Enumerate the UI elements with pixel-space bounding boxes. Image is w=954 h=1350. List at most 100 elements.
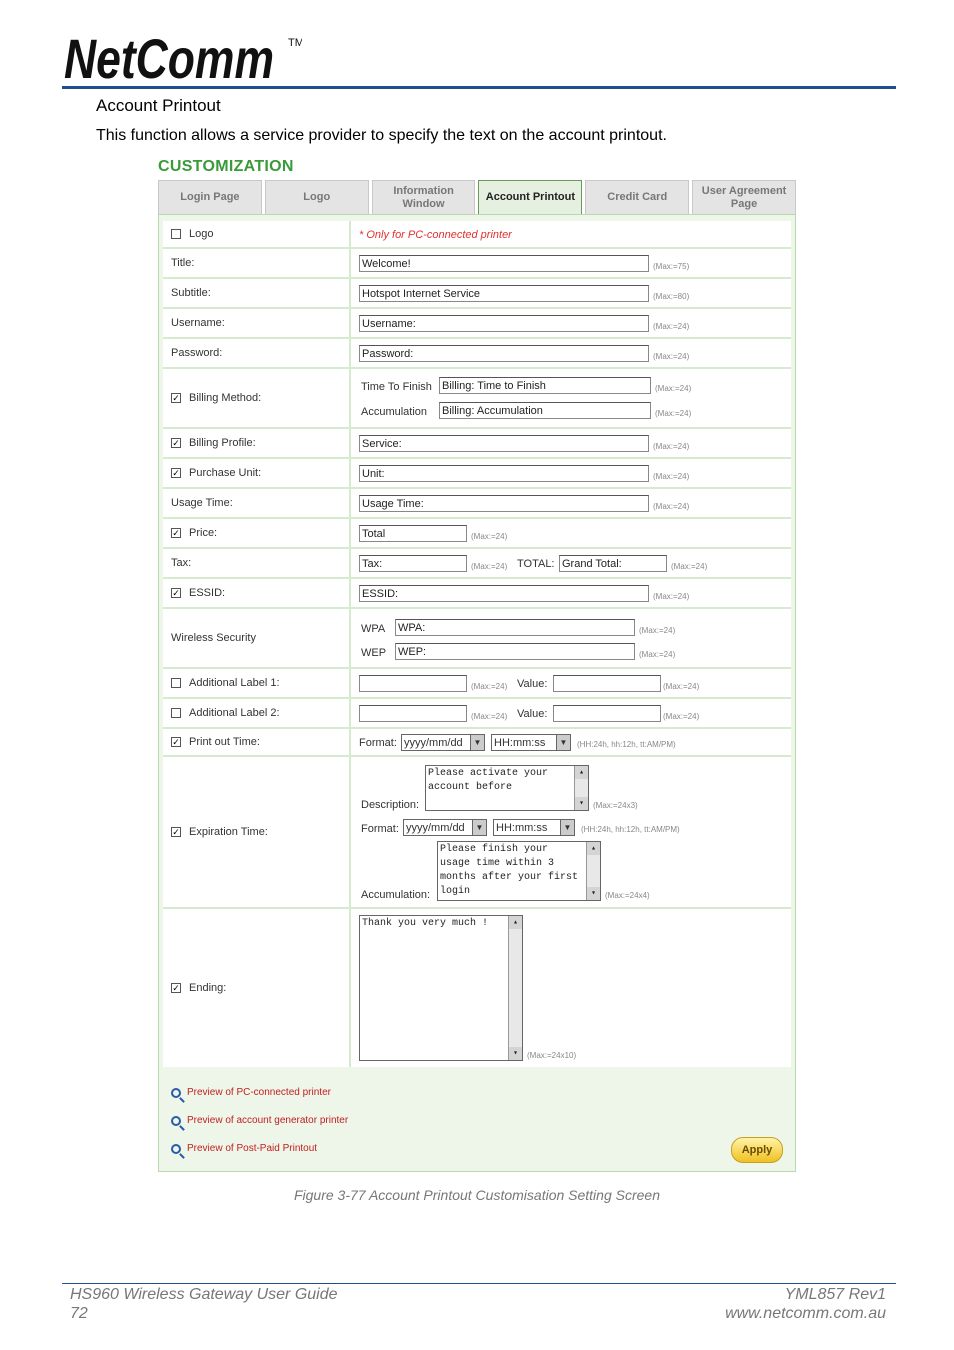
row-tax: Tax: Tax: (Max:=24) TOTAL: Grand Total: … [163, 549, 791, 579]
expiration-time-format-select[interactable]: HH:mm:ss ▼ [493, 819, 575, 836]
description-text: Please activate your account before [428, 768, 549, 793]
description-scrollbar[interactable] [574, 766, 588, 810]
wpa-label: WPA [361, 623, 386, 635]
section-title: Account Printout [96, 96, 221, 115]
usage-time-input[interactable]: Usage Time: [359, 495, 649, 512]
password-max: (Max:=24) [653, 352, 690, 361]
netcomm-logo: NetComm TM [64, 27, 302, 84]
tab-account-printout[interactable]: Account Printout [478, 180, 583, 214]
tab-logo[interactable]: Logo [264, 180, 369, 214]
additional-label-1-label: Additional Label 1: [189, 677, 280, 689]
purchase-unit-max: (Max:=24) [653, 472, 690, 481]
time-to-finish-input[interactable]: Billing: Time to Finish [439, 377, 651, 394]
wpa-input[interactable]: WPA: [395, 619, 635, 636]
time-to-finish-label: Time To Finish [361, 381, 432, 393]
expiration-accumulation-text: Please finish your usage time within 3 m… [440, 844, 579, 897]
print-out-time-label: Print out Time: [189, 736, 260, 748]
expiration-accumulation-label: Accumulation: [361, 889, 431, 901]
preview-pc-printer-text: Preview of PC-connected printer [187, 1087, 331, 1098]
additional-label-2-checkbox[interactable] [171, 708, 181, 718]
print-out-time-format-select[interactable]: HH:mm:ss ▼ [491, 734, 571, 751]
print-out-time-checkbox[interactable]: ✓ [171, 737, 181, 747]
figure-caption: Figure 3-77 Account Printout Customisati… [293, 1187, 660, 1203]
intro-text: This function allows a service provider … [96, 127, 667, 144]
additional-label-1-checkbox[interactable] [171, 678, 181, 688]
print-out-time-format-value: HH:mm:ss [494, 737, 546, 749]
accumulation-input[interactable]: Billing: Accumulation [439, 402, 651, 419]
row-logo: Logo * Only for PC-connected printer [163, 221, 791, 249]
tab-login-page[interactable]: Login Page [158, 180, 262, 214]
price-max: (Max:=24) [471, 532, 508, 541]
logo-checkbox[interactable] [171, 229, 181, 239]
tab-user-agreement-page[interactable]: User Agreement Page [692, 180, 796, 214]
row-purchase-unit: ✓ Purchase Unit: Unit: (Max:=24) [163, 459, 791, 489]
chevron-down-icon: ▼ [472, 820, 486, 835]
time-to-finish-max: (Max:=24) [655, 384, 692, 393]
purchase-unit-label: Purchase Unit: [189, 467, 262, 479]
expiration-accumulation-max: (Max:=24x4) [605, 891, 650, 900]
preview-post-paid-text: Preview of Post-Paid Printout [187, 1143, 318, 1154]
tab-information-window[interactable]: Information Window [371, 180, 476, 214]
row-price: ✓ Price: Total (Max:=24) [163, 519, 791, 549]
row-essid: ✓ ESSID: ESSID: (Max:=24) [163, 579, 791, 609]
expiration-time-checkbox[interactable]: ✓ [171, 827, 181, 837]
additional-label-1-max: (Max:=24) [471, 682, 508, 691]
expiration-date-format-value: yyyy/mm/dd [406, 822, 465, 834]
essid-input[interactable]: ESSID: [359, 585, 649, 602]
essid-checkbox[interactable]: ✓ [171, 588, 181, 598]
total-input[interactable]: Grand Total: [559, 555, 667, 572]
username-label: Username: [171, 317, 225, 329]
additional-label-2-input[interactable] [359, 705, 467, 722]
wep-input[interactable]: WEP: [395, 643, 635, 660]
additional-label-1-value-input[interactable] [553, 675, 661, 692]
preview-post-paid-link[interactable]: Preview of Post-Paid Printout [171, 1143, 317, 1154]
username-input[interactable]: Username: [359, 315, 649, 332]
footer-guide-title: HS960 Wireless Gateway User Guide [70, 1286, 338, 1303]
additional-label-2-value-input[interactable] [553, 705, 661, 722]
purchase-unit-checkbox[interactable]: ✓ [171, 468, 181, 478]
magnifier-icon [171, 1115, 181, 1126]
chevron-down-icon: ▼ [560, 820, 574, 835]
ending-scrollbar[interactable] [508, 916, 522, 1060]
total-label: TOTAL: [517, 558, 555, 570]
password-input[interactable]: Password: [359, 345, 649, 362]
preview-pc-printer-link[interactable]: Preview of PC-connected printer [171, 1087, 331, 1098]
wireless-security-label: Wireless Security [171, 632, 256, 644]
expiration-accumulation-scrollbar[interactable] [586, 842, 600, 900]
tax-label: Tax: [171, 557, 192, 569]
billing-profile-max: (Max:=24) [653, 442, 690, 451]
description-textarea[interactable]: Please activate your account before [425, 765, 589, 811]
billing-profile-input[interactable]: Service: [359, 435, 649, 452]
expiration-date-format-select[interactable]: yyyy/mm/dd ▼ [403, 819, 487, 836]
expiration-accumulation-textarea[interactable]: Please finish your usage time within 3 m… [437, 841, 601, 901]
price-input[interactable]: Total [359, 525, 467, 542]
apply-button[interactable]: Apply [731, 1137, 783, 1163]
tax-input[interactable]: Tax: [359, 555, 467, 572]
additional-label-2-value-max: (Max:=24) [663, 712, 700, 721]
additional-label-1-input[interactable] [359, 675, 467, 692]
row-usage-time: Usage Time: Usage Time: (Max:=24) [163, 489, 791, 519]
logo-note: * Only for PC-connected printer [359, 229, 512, 241]
additional-label-2-label: Additional Label 2: [189, 707, 280, 719]
row-wireless-security: Wireless Security WPA WPA: (Max:=24) WEP… [163, 609, 791, 669]
magnifier-icon [171, 1087, 181, 1098]
expiration-format-label: Format: [361, 823, 399, 835]
tab-credit-card[interactable]: Credit Card [585, 180, 690, 214]
subtitle-input[interactable]: Hotspot Internet Service [359, 285, 649, 302]
essid-label: ESSID: [189, 587, 226, 599]
ending-textarea[interactable]: Thank you very much ! [359, 915, 523, 1061]
title-max: (Max:=75) [653, 262, 690, 271]
tm-mark: TM [288, 37, 302, 49]
print-out-date-format-select[interactable]: yyyy/mm/dd ▼ [401, 734, 485, 751]
ending-max: (Max:=24x10) [527, 1051, 577, 1060]
additional-label-2-value-label: Value: [517, 708, 548, 720]
billing-method-checkbox[interactable]: ✓ [171, 393, 181, 403]
ending-checkbox[interactable]: ✓ [171, 983, 181, 993]
preview-account-generator-link[interactable]: Preview of account generator printer [171, 1115, 348, 1126]
title-input[interactable]: Welcome! [359, 255, 649, 272]
price-checkbox[interactable]: ✓ [171, 528, 181, 538]
wpa-max: (Max:=24) [639, 626, 676, 635]
billing-profile-checkbox[interactable]: ✓ [171, 438, 181, 448]
row-billing-method: ✓ Billing Method: Time To Finish Billing:… [163, 369, 791, 429]
purchase-unit-input[interactable]: Unit: [359, 465, 649, 482]
